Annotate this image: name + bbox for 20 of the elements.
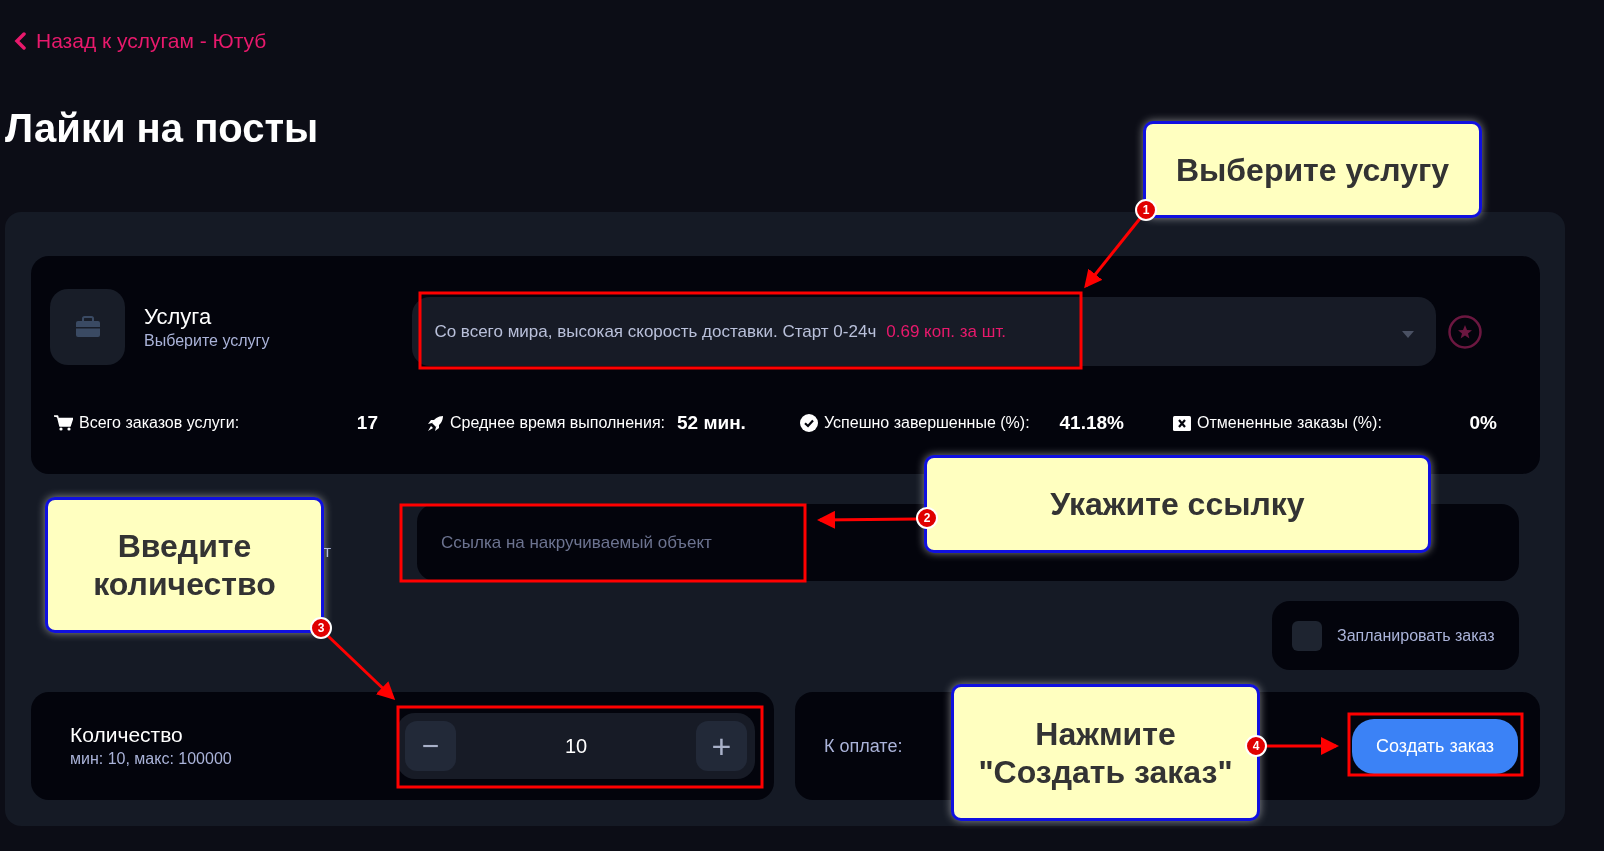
stat-value: 52 мин. xyxy=(677,411,746,435)
stat-value: 17 xyxy=(356,411,379,435)
quantity-hint: мин: 10, макс: 100000 xyxy=(70,749,233,769)
stat-label: Отмененные заказы (%): xyxy=(1197,413,1382,434)
stat-value: 41.18% xyxy=(1059,411,1125,435)
schedule-label: Запланировать заказ xyxy=(1337,625,1495,646)
stat-value: 0% xyxy=(1469,411,1498,435)
page-title: Лайки на посты xyxy=(5,105,319,152)
quantity-label: Количество xyxy=(70,722,184,748)
payment-label: К оплате: xyxy=(824,734,903,758)
service-price: 0.69 коп. за шт. xyxy=(886,320,1007,343)
quantity-value: 10 xyxy=(564,734,588,759)
link-label: т xyxy=(323,542,331,562)
service-hint: Выберите услугу xyxy=(144,330,270,351)
selected-service-text: Со всего мира, высокая скорость доставки. Старт 0-24ч xyxy=(434,320,877,343)
service-label: Услуга xyxy=(144,302,213,331)
stat-label: Среднее время выполнения: xyxy=(450,413,665,434)
stat-label: Всего заказов услуги: xyxy=(79,413,240,434)
step-number-badge: 1 xyxy=(1135,199,1157,221)
stat-label: Успешно завершенные (%): xyxy=(824,413,1030,434)
